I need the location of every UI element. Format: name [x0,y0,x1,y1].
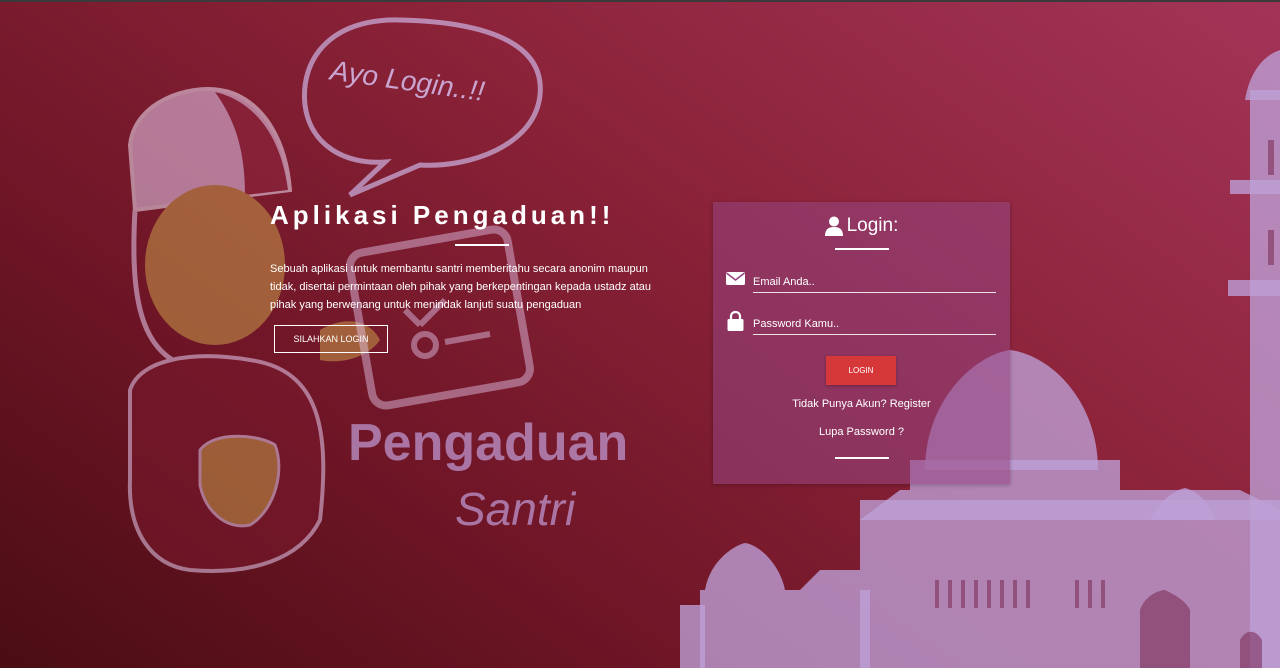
logo-subtitle: Santri [455,483,577,535]
logo-title: Pengaduan [348,414,628,472]
card-bottom-divider [835,457,889,459]
top-border [0,0,1280,2]
register-link[interactable]: Register [890,398,931,410]
silahkan-login-button[interactable]: SILAHKAN LOGIN [274,325,388,353]
background-illustration: Ayo Login..!! Pengaduan Santri [127,17,1280,668]
login-title-text: Login: [846,215,899,236]
email-input[interactable] [753,272,996,293]
register-line: Tidak Punya Akun? Register [713,398,1010,410]
login-title: Login: [713,215,1010,237]
password-field-group [725,310,997,336]
hero-title-underline [455,244,509,246]
envelope-icon [726,272,745,285]
login-card: Login: LOGIN Tidak Punya Akun? Register … [713,202,1010,484]
forgot-password-link[interactable]: Lupa Password ? [713,426,1010,438]
speech-bubble: Ayo Login..!! [301,17,543,198]
login-button[interactable]: LOGIN [826,356,896,385]
password-input[interactable] [753,314,996,335]
user-icon [824,216,843,236]
hero-title: Aplikasi Pengaduan!! [270,200,615,230]
register-prompt: Tidak Punya Akun? [792,398,887,410]
hero-section: Aplikasi Pengaduan!! Sebuah aplikasi unt… [270,200,670,353]
email-field-group [725,268,997,294]
login-title-underline [835,248,889,250]
hero-description: Sebuah aplikasi untuk membantu santri me… [270,263,651,311]
lock-icon [727,310,744,331]
speech-bubble-text: Ayo Login..!! [326,54,486,107]
